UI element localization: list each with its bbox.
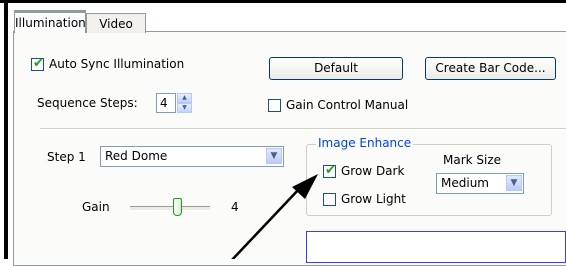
tab-video[interactable]: Video xyxy=(86,13,146,33)
tab-illumination[interactable]: Illumination xyxy=(14,10,86,33)
annotation-arrow xyxy=(231,174,318,259)
